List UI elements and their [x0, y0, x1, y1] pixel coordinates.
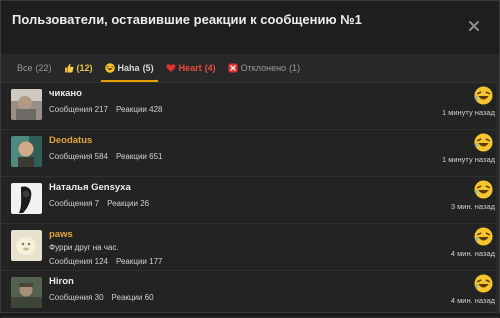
user-stats: Сообщения 7 Реакции 26: [49, 199, 157, 208]
laughing-emoji-icon: [474, 227, 493, 246]
tab-like-count: (12): [76, 63, 93, 73]
tab-haha[interactable]: Haha (5): [99, 54, 160, 82]
heart-icon: [166, 63, 176, 73]
tab-like[interactable]: (12): [58, 54, 99, 82]
avatar[interactable]: [11, 230, 42, 261]
list-item: Hiron Сообщения 30 Реакции 60 4 мин. наза…: [1, 271, 499, 318]
list-item: чикано Сообщения 217 Реакции 428 1 минуту…: [1, 83, 499, 130]
reaction-tabs: Все (22) (12) Haha (5) Heart (4) Отклоне…: [1, 54, 499, 83]
reactions-count: Реакции 177: [116, 257, 163, 266]
tab-all[interactable]: Все (22): [11, 54, 58, 82]
username[interactable]: paws: [49, 229, 73, 240]
username[interactable]: Наталья Gensyxa: [49, 182, 131, 193]
tab-heart-count: (4): [204, 63, 216, 73]
laughing-emoji-icon: [474, 180, 493, 199]
reaction-time: 1 минуту назад: [441, 108, 495, 117]
username[interactable]: чикано: [49, 88, 82, 99]
avatar[interactable]: [11, 183, 42, 214]
reaction-time: 4 мин. назад: [450, 249, 495, 258]
rejected-icon: [228, 63, 238, 73]
reactions-count: Реакции 26: [107, 199, 150, 208]
reactions-count: Реакции 428: [116, 105, 163, 114]
laughing-emoji-icon: [104, 63, 115, 73]
reactions-count: Реакции 651: [116, 152, 163, 161]
dialog-header: Пользователи, оставившие реакции к сообщ…: [1, 1, 499, 54]
tab-rejected-label: Отклонено: [240, 63, 287, 73]
reaction-time: 4 мин. назад: [450, 296, 495, 305]
avatar[interactable]: [11, 89, 42, 120]
user-stats: Сообщения 217 Реакции 428: [49, 105, 170, 114]
list-item: paws Фурри друг на час. Сообщения 124 Реа…: [1, 224, 499, 271]
reaction-time: 3 мин. назад: [450, 202, 495, 211]
user-title: Фурри друг на час.: [49, 243, 119, 252]
thumbs-up-icon: [64, 63, 74, 73]
dialog-title: Пользователи, оставившие реакции к сообщ…: [12, 12, 362, 27]
reaction-time: 1 минуту назад: [441, 155, 495, 164]
user-list: чикано Сообщения 217 Реакции 428 1 минуту…: [1, 83, 499, 318]
laughing-emoji-icon: [474, 86, 493, 105]
reactions-dialog: Пользователи, оставившие реакции к сообщ…: [0, 0, 500, 318]
messages-count: Сообщения 30: [49, 293, 104, 302]
tab-all-count: (22): [35, 63, 52, 73]
tab-heart-label: Heart: [178, 63, 202, 73]
messages-count: Сообщения 7: [49, 199, 100, 208]
avatar[interactable]: [11, 277, 42, 308]
close-icon[interactable]: [467, 19, 481, 33]
tab-haha-count: (5): [142, 63, 154, 73]
tab-rejected[interactable]: Отклонено (1): [222, 54, 306, 82]
list-item: Наталья Gensyxa Сообщения 7 Реакции 26 3 …: [1, 177, 499, 224]
tab-rejected-count: (1): [289, 63, 301, 73]
user-stats: Сообщения 584 Реакции 651: [49, 152, 170, 161]
username[interactable]: Deodatus: [49, 135, 92, 146]
messages-count: Сообщения 584: [49, 152, 108, 161]
messages-count: Сообщения 217: [49, 105, 108, 114]
laughing-emoji-icon: [474, 133, 493, 152]
user-stats: Сообщения 30 Реакции 60: [49, 293, 162, 302]
scrollbar[interactable]: [496, 83, 499, 314]
reactions-count: Реакции 60: [111, 293, 154, 302]
avatar[interactable]: [11, 136, 42, 167]
tab-haha-label: Haha: [117, 63, 140, 73]
username[interactable]: Hiron: [49, 276, 74, 287]
list-item: Deodatus Сообщения 584 Реакции 651 1 мину…: [1, 130, 499, 177]
tab-all-label: Все: [17, 63, 33, 73]
laughing-emoji-icon: [474, 274, 493, 293]
messages-count: Сообщения 124: [49, 257, 108, 266]
user-stats: Сообщения 124 Реакции 177: [49, 257, 170, 266]
tab-heart[interactable]: Heart (4): [160, 54, 222, 82]
